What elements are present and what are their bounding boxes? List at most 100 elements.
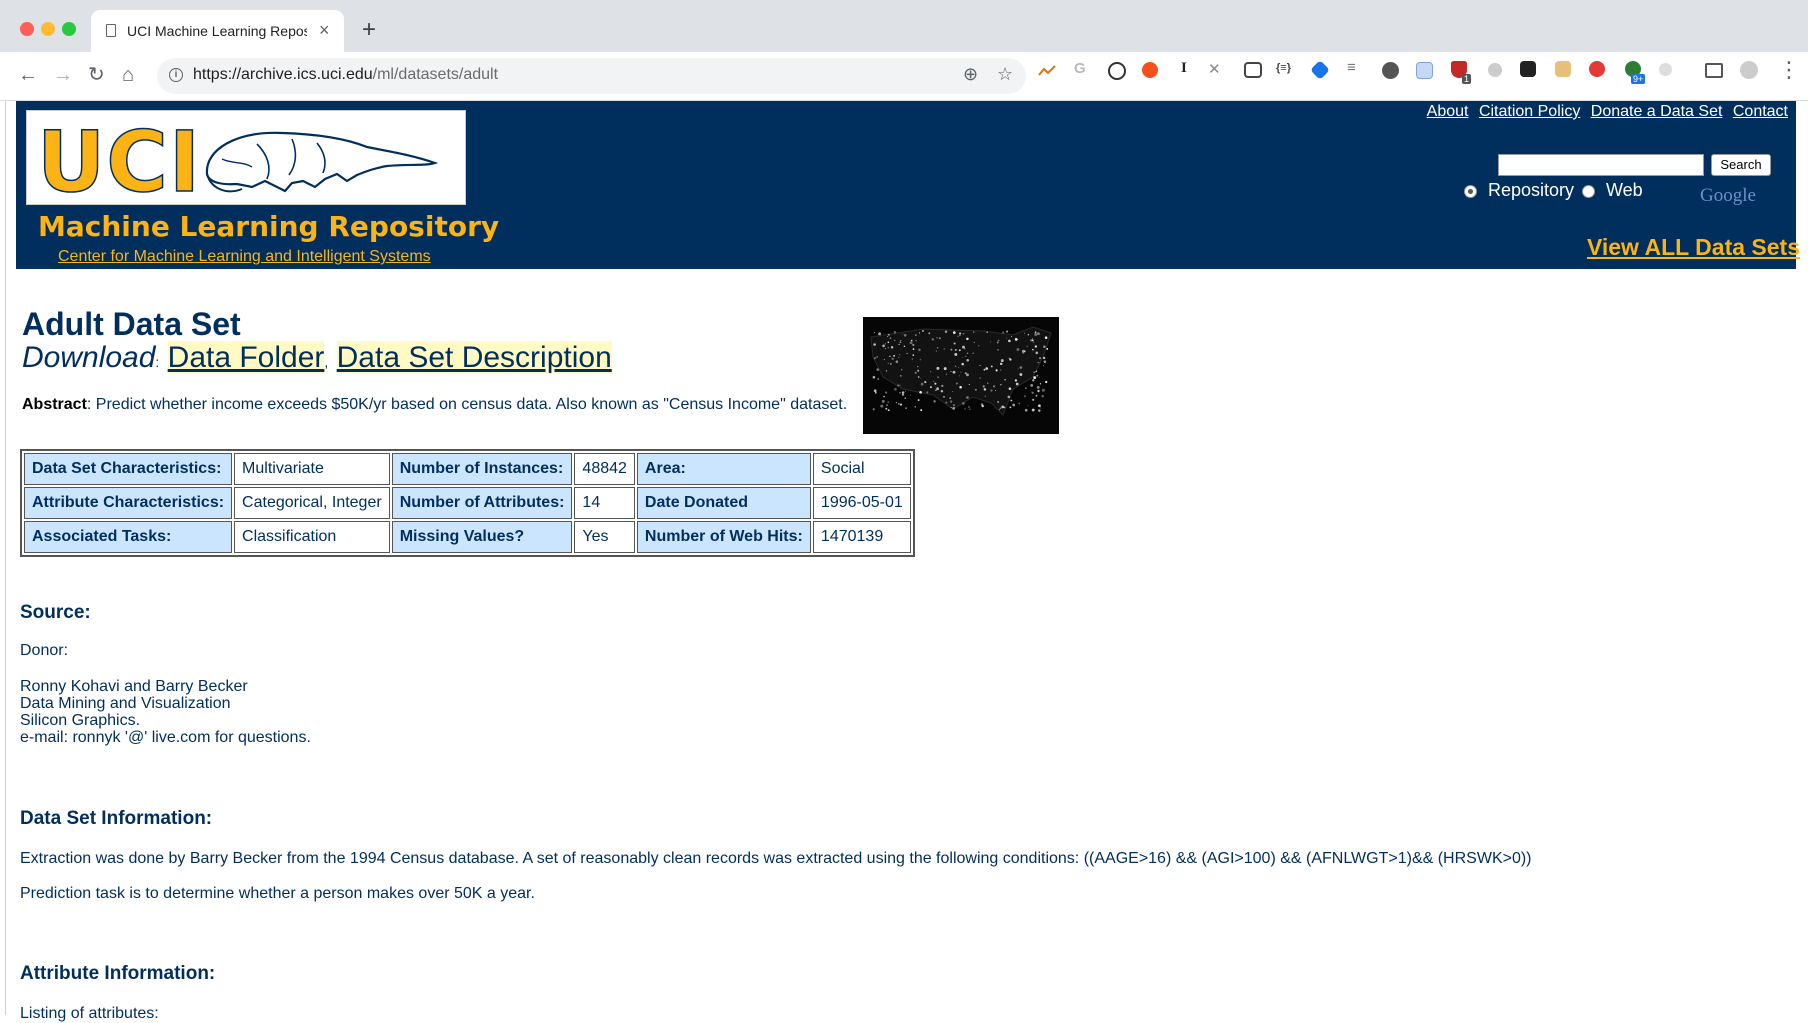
city-light	[1012, 403, 1016, 407]
city-light	[979, 364, 981, 366]
table-value-cell: Multivariate	[234, 453, 390, 485]
extension-g-icon[interactable]: G	[1074, 60, 1086, 77]
citation-policy-link[interactable]: Citation Policy	[1479, 103, 1580, 120]
city-light	[1010, 335, 1013, 338]
city-light	[899, 341, 902, 343]
zoom-icon[interactable]: ⊕	[963, 64, 978, 85]
table-value-cell: Yes	[574, 521, 635, 553]
reload-icon[interactable]: ↻	[88, 62, 105, 88]
city-light	[1044, 336, 1048, 339]
search-input[interactable]	[1498, 154, 1704, 176]
extension-r-icon[interactable]	[1416, 62, 1433, 79]
city-light	[889, 337, 892, 339]
about-link[interactable]: About	[1427, 103, 1469, 120]
address-bar[interactable]: i https://archive.ics.uci.edu/ml/dataset…	[157, 58, 1026, 94]
radio-web[interactable]	[1582, 185, 1595, 198]
city-light	[960, 371, 962, 373]
document-icon	[106, 24, 116, 37]
forward-icon[interactable]: →	[53, 62, 73, 88]
dataset-description-link[interactable]: Data Set Description	[336, 341, 612, 374]
cast-icon[interactable]	[1705, 63, 1723, 78]
city-light	[898, 343, 900, 346]
contact-link[interactable]: Contact	[1733, 103, 1788, 120]
top-links: About Citation Policy Donate a Data Set …	[1421, 103, 1788, 121]
extension-box-icon[interactable]	[1555, 61, 1571, 77]
menu-dots-icon[interactable]: ⋮	[1778, 58, 1800, 82]
city-light	[873, 331, 875, 334]
bookmark-star-icon[interactable]: ☆	[997, 64, 1013, 85]
window-close-button[interactable]	[20, 22, 34, 36]
city-light	[915, 334, 917, 336]
view-all-datasets-link[interactable]: View ALL Data Sets	[1587, 234, 1800, 261]
url-text[interactable]: https://archive.ics.uci.edu/ml/datasets/…	[193, 66, 498, 84]
data-folder-link[interactable]: Data Folder	[167, 341, 325, 374]
city-light	[920, 409, 923, 412]
city-light	[972, 352, 974, 355]
extension-ghost-icon[interactable]	[1659, 63, 1672, 76]
radio-repository[interactable]	[1464, 185, 1477, 198]
city-light	[1033, 376, 1037, 380]
info-icon[interactable]: i	[169, 68, 183, 82]
table-value-cell: 14	[574, 487, 635, 519]
home-icon[interactable]: ⌂	[122, 62, 134, 88]
extension-todo-icon[interactable]	[1520, 61, 1536, 77]
repository-title: Machine Learning Repository	[38, 210, 500, 243]
close-icon[interactable]: ×	[319, 19, 330, 41]
extension-circle-icon[interactable]	[1488, 63, 1502, 77]
window-zoom-button[interactable]	[62, 22, 76, 36]
city-light	[984, 395, 986, 398]
profile-avatar-icon[interactable]	[1740, 61, 1758, 79]
city-light	[933, 380, 935, 382]
city-light	[1035, 351, 1039, 355]
extension-badge-2: 9+	[1631, 74, 1646, 84]
city-light	[952, 370, 956, 374]
donor-line: Silicon Graphics.	[20, 712, 141, 729]
extension-cap-icon[interactable]	[1310, 60, 1330, 80]
back-icon[interactable]: ←	[18, 62, 38, 88]
dataset-info-paragraph: Extraction was done by Barry Becker from…	[20, 850, 1532, 867]
city-light	[917, 399, 920, 402]
city-light	[1018, 402, 1021, 405]
city-light	[883, 358, 885, 361]
dataset-title: Adult Data Set	[22, 306, 241, 342]
city-light	[876, 356, 878, 358]
extension-honey-icon[interactable]	[1142, 62, 1158, 78]
donate-link[interactable]: Donate a Data Set	[1591, 103, 1723, 120]
center-link[interactable]: Center for Machine Learning and Intellig…	[58, 248, 431, 266]
city-light	[1001, 405, 1005, 409]
city-light	[903, 333, 907, 337]
url-host: https://archive.ics.uci.edu	[193, 66, 373, 83]
window-minimize-button[interactable]	[41, 22, 55, 36]
extension-i-icon[interactable]: I	[1181, 60, 1187, 77]
extension-pin-icon[interactable]: ✕	[1208, 60, 1221, 78]
browser-tab[interactable]: UCI Machine Learning Repositc ×	[91, 10, 344, 52]
city-light	[903, 345, 906, 348]
extension-json-icon[interactable]: {≡}	[1276, 62, 1291, 74]
table-key-cell: Attribute Characteristics:	[24, 487, 233, 519]
extension-check-icon[interactable]	[1382, 62, 1399, 79]
city-light	[957, 335, 959, 337]
city-light	[1032, 348, 1034, 351]
uci-logo[interactable]: UCI	[26, 110, 466, 212]
city-light	[958, 349, 961, 352]
donor-line: Data Mining and Visualization	[20, 695, 231, 712]
city-light	[1037, 389, 1040, 393]
table-key-cell: Data Set Characteristics:	[24, 453, 233, 485]
extension-lines-icon[interactable]: ≡	[1347, 59, 1356, 76]
search-button[interactable]: Search	[1711, 154, 1771, 176]
city-light	[899, 403, 903, 406]
city-light	[1008, 387, 1012, 391]
city-light	[1000, 369, 1002, 371]
extension-password-icon[interactable]	[1108, 62, 1126, 80]
new-tab-button[interactable]: +	[362, 18, 376, 42]
city-light	[905, 407, 907, 409]
extension-chart-icon[interactable]	[1038, 62, 1056, 80]
extension-screenshot-icon[interactable]	[1244, 62, 1262, 78]
city-light	[918, 332, 921, 334]
city-light	[952, 404, 956, 407]
city-light	[983, 388, 987, 391]
city-light	[887, 341, 890, 344]
extension-red-icon[interactable]	[1589, 61, 1605, 77]
city-light	[966, 396, 969, 399]
city-light	[900, 339, 902, 342]
